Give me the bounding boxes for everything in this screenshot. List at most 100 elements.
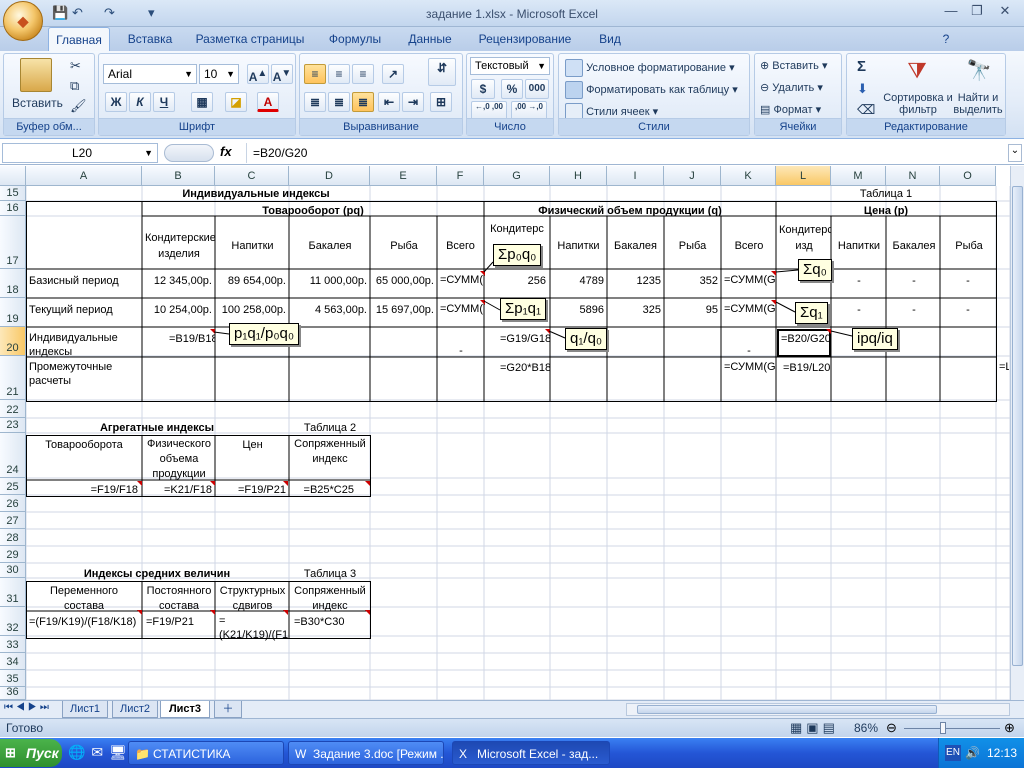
align-right-icon[interactable]: ≣ (352, 92, 374, 112)
t2-r25-c[interactable]: =F19/P21 (216, 482, 288, 498)
table1-title[interactable]: Индивидуальные индексы (142, 186, 370, 202)
sort-filter-icon[interactable]: ⧩ (903, 58, 931, 88)
comment-turnover-index[interactable]: p₁q₁/p₀q₀ (229, 323, 300, 345)
tab-formulas[interactable]: Формулы (322, 27, 388, 51)
insert-cells-button[interactable]: ⊕ Вставить ▾ (760, 59, 828, 72)
sheet-tab-3[interactable]: Лист3 (160, 701, 210, 718)
volume-header[interactable]: Физический объем продукции (q) (484, 203, 776, 219)
r21-g[interactable]: =G20*B18 (498, 360, 550, 376)
column-header-C[interactable]: C (215, 166, 289, 186)
t3-variable[interactable]: Переменного состава (27, 583, 141, 615)
comment-sum-q1[interactable]: Σq₁ (795, 302, 828, 324)
r18-o[interactable]: - (941, 273, 995, 289)
header-fish-q[interactable]: Рыба (664, 238, 721, 254)
help-icon[interactable]: ? (936, 27, 956, 51)
insert-function-icon[interactable]: fx (220, 144, 242, 159)
find-icon[interactable]: 🔭 (965, 58, 993, 88)
select-all-corner[interactable] (0, 166, 26, 186)
row19-label[interactable]: Текущий период (27, 302, 141, 318)
row-header-22[interactable]: 22 (0, 400, 26, 418)
t3-r32-b[interactable]: =F19/P21 (144, 614, 215, 630)
r18-f[interactable]: =СУММ(B18:E18 (438, 272, 484, 288)
r18-g[interactable]: 256 (485, 273, 548, 289)
t2-conjugate[interactable]: Сопряженный индекс (290, 436, 370, 468)
r19-i[interactable]: 325 (607, 302, 663, 318)
t2-r25-b[interactable]: =K21/F18 (143, 482, 214, 498)
t3-r32-c[interactable]: =(K21/K19)/(F18/K18) (217, 613, 289, 643)
sort-filter-button[interactable]: Сортировка и фильтр (883, 92, 953, 116)
r18-d[interactable]: 11 000,00р. (290, 273, 369, 289)
row-header-23[interactable]: 23 (0, 418, 26, 433)
r19-o[interactable]: - (941, 302, 995, 318)
header-confect-q[interactable]: Кондитерс (485, 221, 549, 237)
column-header-M[interactable]: M (831, 166, 886, 186)
clear-icon[interactable]: ⌫ (857, 102, 875, 118)
tab-review[interactable]: Рецензирование (472, 27, 578, 51)
copy-icon[interactable]: ⧉ (70, 78, 79, 94)
row21-label[interactable]: Промежуточные расчеты (27, 359, 141, 389)
task-excel[interactable]: X Microsoft Excel - зад... (452, 741, 610, 765)
r18-e[interactable]: 65 000,00р. (371, 273, 436, 289)
row-header-26[interactable]: 26 (0, 495, 26, 512)
header-drinks-p[interactable]: Напитки (832, 238, 886, 254)
header-total-q[interactable]: Всего (722, 238, 776, 254)
table2-title[interactable]: Агрегатные индексы (26, 420, 288, 436)
row-header-33[interactable]: 33 (0, 636, 26, 653)
r19-m[interactable]: - (832, 302, 886, 318)
format-as-table-button[interactable]: Форматировать как таблицу ▾ (565, 81, 738, 99)
r19-d[interactable]: 4 563,00р. (290, 302, 369, 318)
horizontal-scrollbar[interactable] (626, 703, 1010, 716)
tab-insert[interactable]: Вставка (118, 27, 182, 51)
zoom-slider[interactable] (904, 728, 1000, 729)
shrink-font-button[interactable]: A▼ (271, 64, 293, 84)
font-color-icon[interactable]: A (257, 92, 279, 112)
expand-formula-bar-icon[interactable]: ⌄ (1008, 144, 1022, 162)
row-header-16[interactable]: 16 (0, 201, 26, 216)
close-icon[interactable]: ✕ (994, 3, 1016, 19)
align-left-icon[interactable]: ≣ (304, 92, 326, 112)
paste-button[interactable]: Вставить (12, 96, 63, 110)
name-box[interactable]: L20 ▼ (2, 143, 158, 163)
row-header-31[interactable]: 31 (0, 578, 26, 607)
t2-r25-a[interactable]: =F19/F18 (27, 482, 140, 498)
column-header-J[interactable]: J (664, 166, 721, 186)
row-header-35[interactable]: 35 (0, 670, 26, 687)
row20-label[interactable]: Индивидуальные индексы (27, 330, 141, 360)
comment-sum-p1q1[interactable]: Σp₁q₁ (500, 298, 547, 320)
r18-k[interactable]: =СУММ(G18:J18) (722, 272, 776, 288)
row-header-34[interactable]: 34 (0, 653, 26, 670)
fill-icon[interactable]: ⬇ (857, 81, 868, 97)
header-grocery-p[interactable]: Бакалея (887, 238, 941, 254)
comment-volume-index[interactable]: q₁/q₀ (565, 328, 608, 350)
font-name-select[interactable]: Arial ▼ (103, 64, 197, 84)
row-header-17[interactable]: 17 (0, 216, 26, 269)
volume-icon[interactable]: 🔊 (965, 738, 980, 768)
header-confect[interactable]: Кондитерские изделия (143, 229, 215, 263)
t3-structural[interactable]: Структурных сдвигов (216, 583, 289, 615)
row-header-28[interactable]: 28 (0, 529, 26, 546)
column-header-B[interactable]: B (142, 166, 215, 186)
r20-b[interactable]: =B19/B18 (167, 331, 215, 347)
italic-button[interactable]: К (129, 92, 151, 112)
comment-sum-q0[interactable]: Σq₀ (798, 259, 832, 281)
font-size-select[interactable]: 10 ▼ (199, 64, 239, 84)
currency-icon[interactable]: $ (471, 79, 495, 99)
task-statistika[interactable]: 📁 СТАТИСТИКА (128, 741, 284, 765)
r19-f[interactable]: =СУММ(B19:E19 (438, 301, 484, 317)
price-header[interactable]: Цена (p) (776, 203, 996, 219)
r18-b[interactable]: 12 345,00р. (143, 273, 214, 289)
r18-i[interactable]: 1235 (607, 273, 663, 289)
vertical-scroll-thumb[interactable] (1012, 186, 1023, 666)
r18-h[interactable]: 4789 (550, 273, 606, 289)
column-header-K[interactable]: K (721, 166, 776, 186)
align-middle-icon[interactable]: ≡ (328, 64, 350, 84)
horizontal-scroll-thumb[interactable] (637, 705, 937, 714)
redo-icon[interactable]: ↷ (104, 4, 115, 22)
r19-c[interactable]: 100 258,00р. (216, 302, 288, 318)
decrease-indent-icon[interactable]: ⇤ (378, 92, 400, 112)
t2-turnover[interactable]: Товарооборота (27, 437, 141, 453)
zoom-in-icon[interactable]: ⊕ (1004, 720, 1015, 736)
table1-number[interactable]: Таблица 1 (831, 186, 941, 202)
undo-icon[interactable]: ↶ (72, 4, 83, 22)
formula-input[interactable]: =B20/G20 (246, 143, 1006, 163)
